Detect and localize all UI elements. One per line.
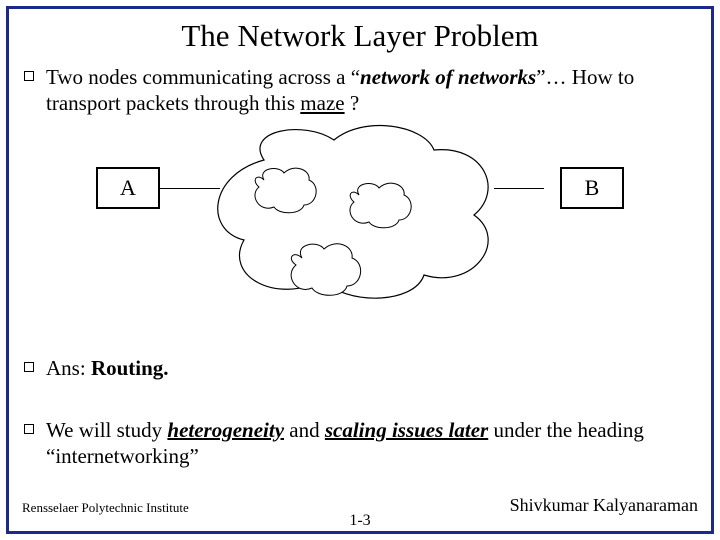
bullet-1: Two nodes communicating across a “networ… <box>24 64 696 117</box>
bullet-icon <box>24 362 34 372</box>
bullet-2-text: Ans: Routing. <box>46 355 696 381</box>
t: We will study <box>46 418 167 442</box>
bullet-2: Ans: Routing. <box>24 355 696 381</box>
cloud-sub-3 <box>284 240 364 298</box>
bullet-1-text: Two nodes communicating across a “networ… <box>46 64 696 117</box>
bullet-icon <box>24 424 34 434</box>
link-a <box>160 188 220 189</box>
t-em: network of networks <box>360 65 536 89</box>
spacer <box>24 387 696 417</box>
t-u: maze <box>300 91 344 115</box>
network-diagram: A B <box>24 125 696 335</box>
t-bu: scaling issues later <box>325 418 488 442</box>
t-bu: heterogeneity <box>167 418 284 442</box>
link-b <box>494 188 544 189</box>
t: ? <box>345 91 360 115</box>
bullet-3-text: We will study heterogeneity and scaling … <box>46 417 696 470</box>
footer-page-number: 1-3 <box>0 512 720 530</box>
slide-content: The Network Layer Problem Two nodes comm… <box>10 10 710 530</box>
t-b: Routing. <box>91 356 169 380</box>
cloud-sub-1 <box>249 165 319 215</box>
t: Two nodes communicating across a “ <box>46 65 360 89</box>
cloud-sub-2 <box>344 180 414 230</box>
node-b: B <box>560 167 624 209</box>
bullet-icon <box>24 71 34 81</box>
node-a: A <box>96 167 160 209</box>
page-title: The Network Layer Problem <box>24 18 696 54</box>
t: and <box>284 418 325 442</box>
t: Ans: <box>46 356 91 380</box>
bullet-3: We will study heterogeneity and scaling … <box>24 417 696 470</box>
